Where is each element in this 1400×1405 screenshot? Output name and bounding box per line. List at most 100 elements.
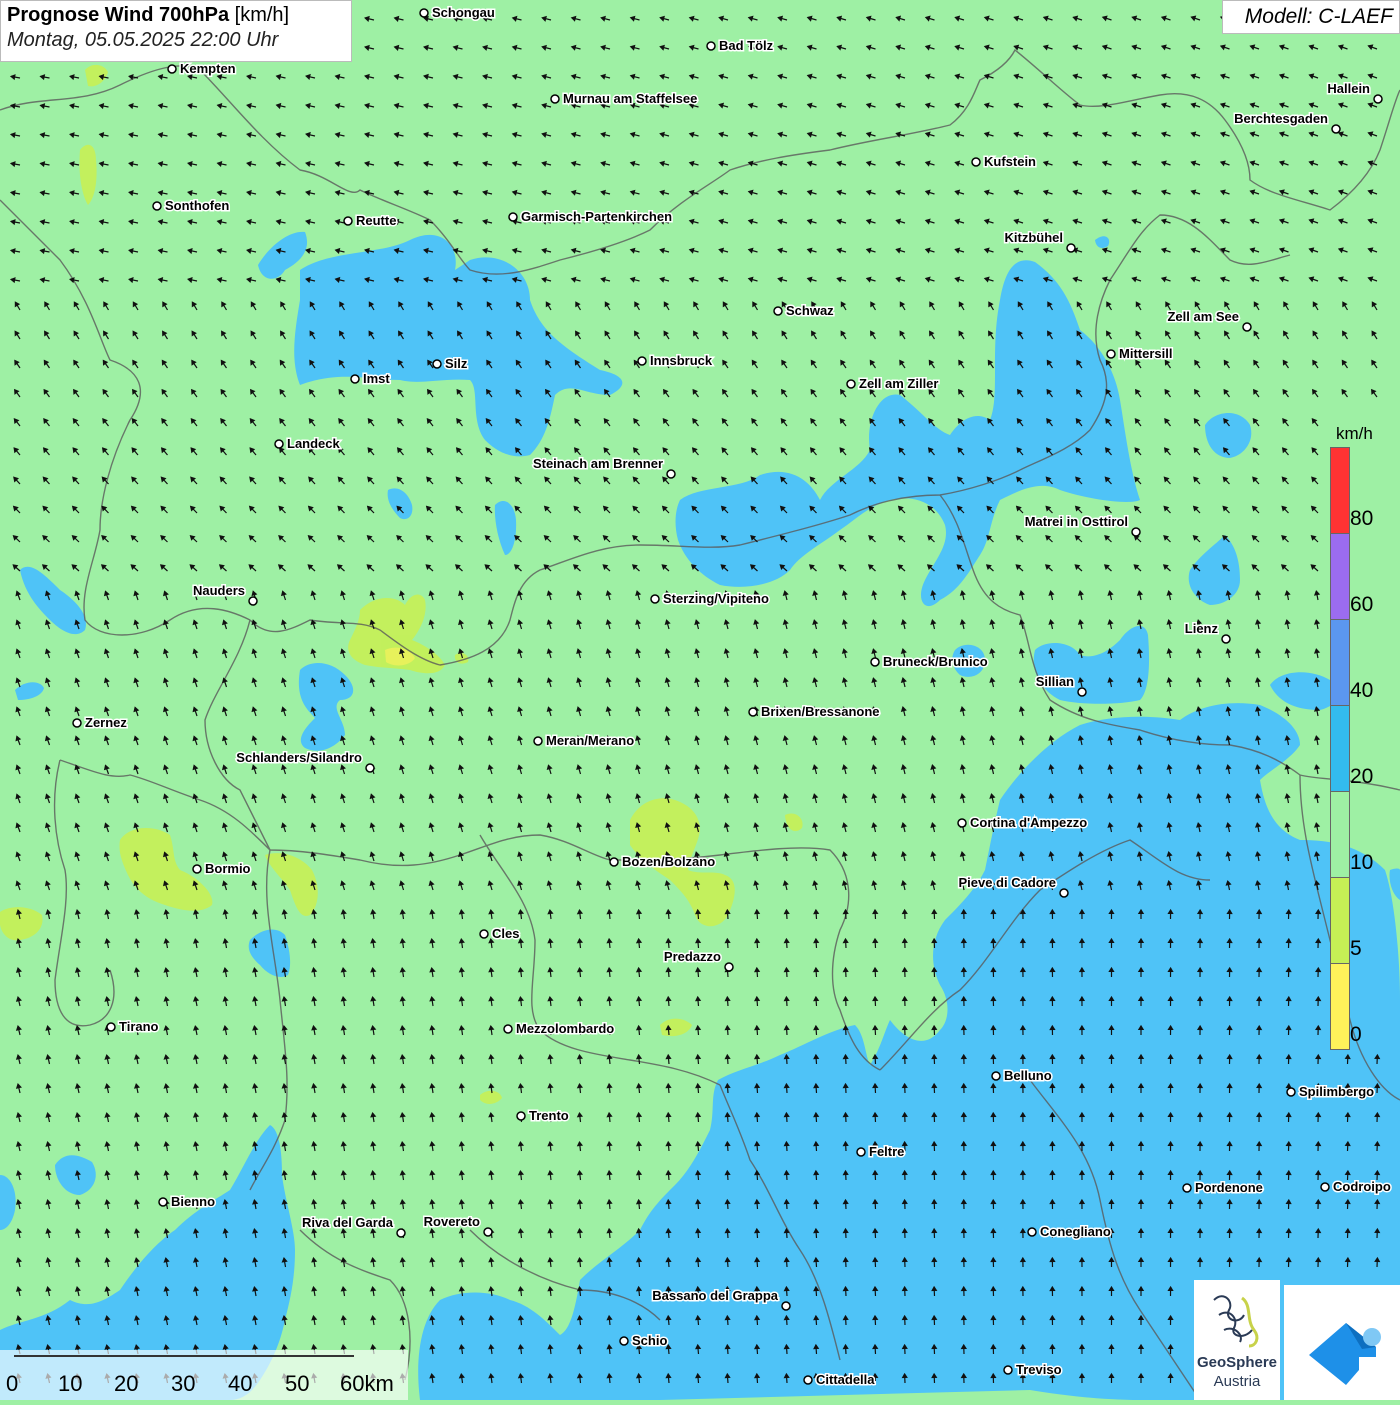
legend-swatch xyxy=(1331,792,1349,878)
city-marker xyxy=(1078,688,1086,696)
city-label: Cles xyxy=(492,926,519,941)
city-marker xyxy=(1067,244,1075,252)
city-marker xyxy=(1132,528,1140,536)
city-label: Reutte xyxy=(356,213,396,228)
scale-label: 50 xyxy=(285,1371,309,1397)
city-marker xyxy=(366,764,374,772)
city-marker xyxy=(73,719,81,727)
legend-swatch xyxy=(1331,878,1349,964)
city-label: Matrei in Osttirol xyxy=(1025,514,1128,529)
legend-swatch xyxy=(1331,964,1349,1049)
city-label: Zell am Ziller xyxy=(859,376,938,391)
scale-label: 30 xyxy=(171,1371,195,1397)
city-marker xyxy=(1222,635,1230,643)
city-marker xyxy=(153,202,161,210)
legend-swatch xyxy=(1331,448,1349,534)
city-label: Codroipo xyxy=(1333,1179,1391,1194)
geosphere-logo: GeoSphere Austria xyxy=(1194,1280,1280,1400)
city-label: Zell am See xyxy=(1167,309,1239,324)
city-marker xyxy=(420,9,428,17)
city-label: Sterzing/Vipiteno xyxy=(663,591,769,606)
city-label: Predazzo xyxy=(664,949,721,964)
city-marker xyxy=(1332,125,1340,133)
city-marker xyxy=(433,360,441,368)
legend-label: 20 xyxy=(1350,765,1373,789)
city-marker xyxy=(1107,350,1115,358)
city-marker xyxy=(168,65,176,73)
city-label: Hallein xyxy=(1327,81,1370,96)
city-marker xyxy=(351,375,359,383)
city-label: Garmisch-Partenkirchen xyxy=(521,209,672,224)
city-label: Lienz xyxy=(1185,621,1219,636)
city-label: Cittadella xyxy=(816,1372,875,1387)
city-label: Tirano xyxy=(119,1019,159,1034)
city-marker xyxy=(1183,1184,1191,1192)
scale-label: 20 xyxy=(114,1371,138,1397)
city-label: Zernez xyxy=(85,715,127,730)
city-marker xyxy=(534,737,542,745)
city-label: Cortina d'Ampezzo xyxy=(970,815,1087,830)
city-marker xyxy=(782,1302,790,1310)
city-marker xyxy=(344,217,352,225)
city-label: Silz xyxy=(445,356,468,371)
city-marker xyxy=(610,858,618,866)
app-logo-icon xyxy=(1284,1285,1400,1400)
city-label: Schwaz xyxy=(786,303,834,318)
city-label: Bruneck/Brunico xyxy=(883,654,988,669)
city-label: Bozen/Bolzano xyxy=(622,854,715,869)
city-label: Schio xyxy=(632,1333,667,1348)
city-marker xyxy=(667,470,675,478)
legend-swatch xyxy=(1331,534,1349,620)
city-label: Bad Tölz xyxy=(719,38,774,53)
city-label: Kempten xyxy=(180,61,236,76)
scale-label: 0 xyxy=(6,1371,18,1397)
legend-swatch xyxy=(1331,706,1349,792)
legend-color-bar xyxy=(1330,447,1350,1050)
city-marker xyxy=(749,708,757,716)
logo-name-line1: GeoSphere xyxy=(1194,1354,1280,1371)
city-marker xyxy=(871,658,879,666)
city-label: Trento xyxy=(529,1108,569,1123)
scale-label: 40 xyxy=(228,1371,252,1397)
city-marker xyxy=(1004,1366,1012,1374)
city-label: Pordenone xyxy=(1195,1180,1263,1195)
city-marker xyxy=(804,1376,812,1384)
scale-label: 10 xyxy=(58,1371,82,1397)
city-marker xyxy=(551,95,559,103)
city-marker xyxy=(1374,95,1382,103)
city-label: Bienno xyxy=(171,1194,215,1209)
city-label: Imst xyxy=(363,371,390,386)
city-marker xyxy=(1287,1088,1295,1096)
city-label: Sillian xyxy=(1036,674,1074,689)
city-marker xyxy=(1060,889,1068,897)
app-logo xyxy=(1284,1285,1400,1400)
city-marker xyxy=(972,158,980,166)
city-marker xyxy=(397,1229,405,1237)
city-marker xyxy=(1028,1228,1036,1236)
map-title: Prognose Wind 700hPa xyxy=(7,4,229,26)
logo-name-line2: Austria xyxy=(1194,1373,1280,1390)
city-label: Berchtesgaden xyxy=(1234,111,1328,126)
city-label: Kufstein xyxy=(984,154,1036,169)
city-marker xyxy=(159,1198,167,1206)
city-label: Meran/Merano xyxy=(546,733,634,748)
city-marker xyxy=(275,440,283,448)
city-label: Feltre xyxy=(869,1144,904,1159)
legend-swatch xyxy=(1331,620,1349,706)
city-label: Conegliano xyxy=(1040,1224,1111,1239)
city-label: Bormio xyxy=(205,861,251,876)
legend-label: 80 xyxy=(1350,507,1373,531)
city-marker xyxy=(707,42,715,50)
city-label: Kitzbühel xyxy=(1005,230,1064,245)
scale-line xyxy=(14,1355,354,1357)
city-marker xyxy=(504,1025,512,1033)
city-label: Riva del Garda xyxy=(302,1215,394,1230)
city-marker xyxy=(1243,323,1251,331)
city-marker xyxy=(620,1337,628,1345)
city-marker xyxy=(484,1228,492,1236)
legend-label: 60 xyxy=(1350,593,1373,617)
city-label: Mezzolombardo xyxy=(516,1021,614,1036)
map-unit: [km/h] xyxy=(235,4,289,26)
city-marker xyxy=(249,597,257,605)
city-label: Mittersill xyxy=(1119,346,1172,361)
